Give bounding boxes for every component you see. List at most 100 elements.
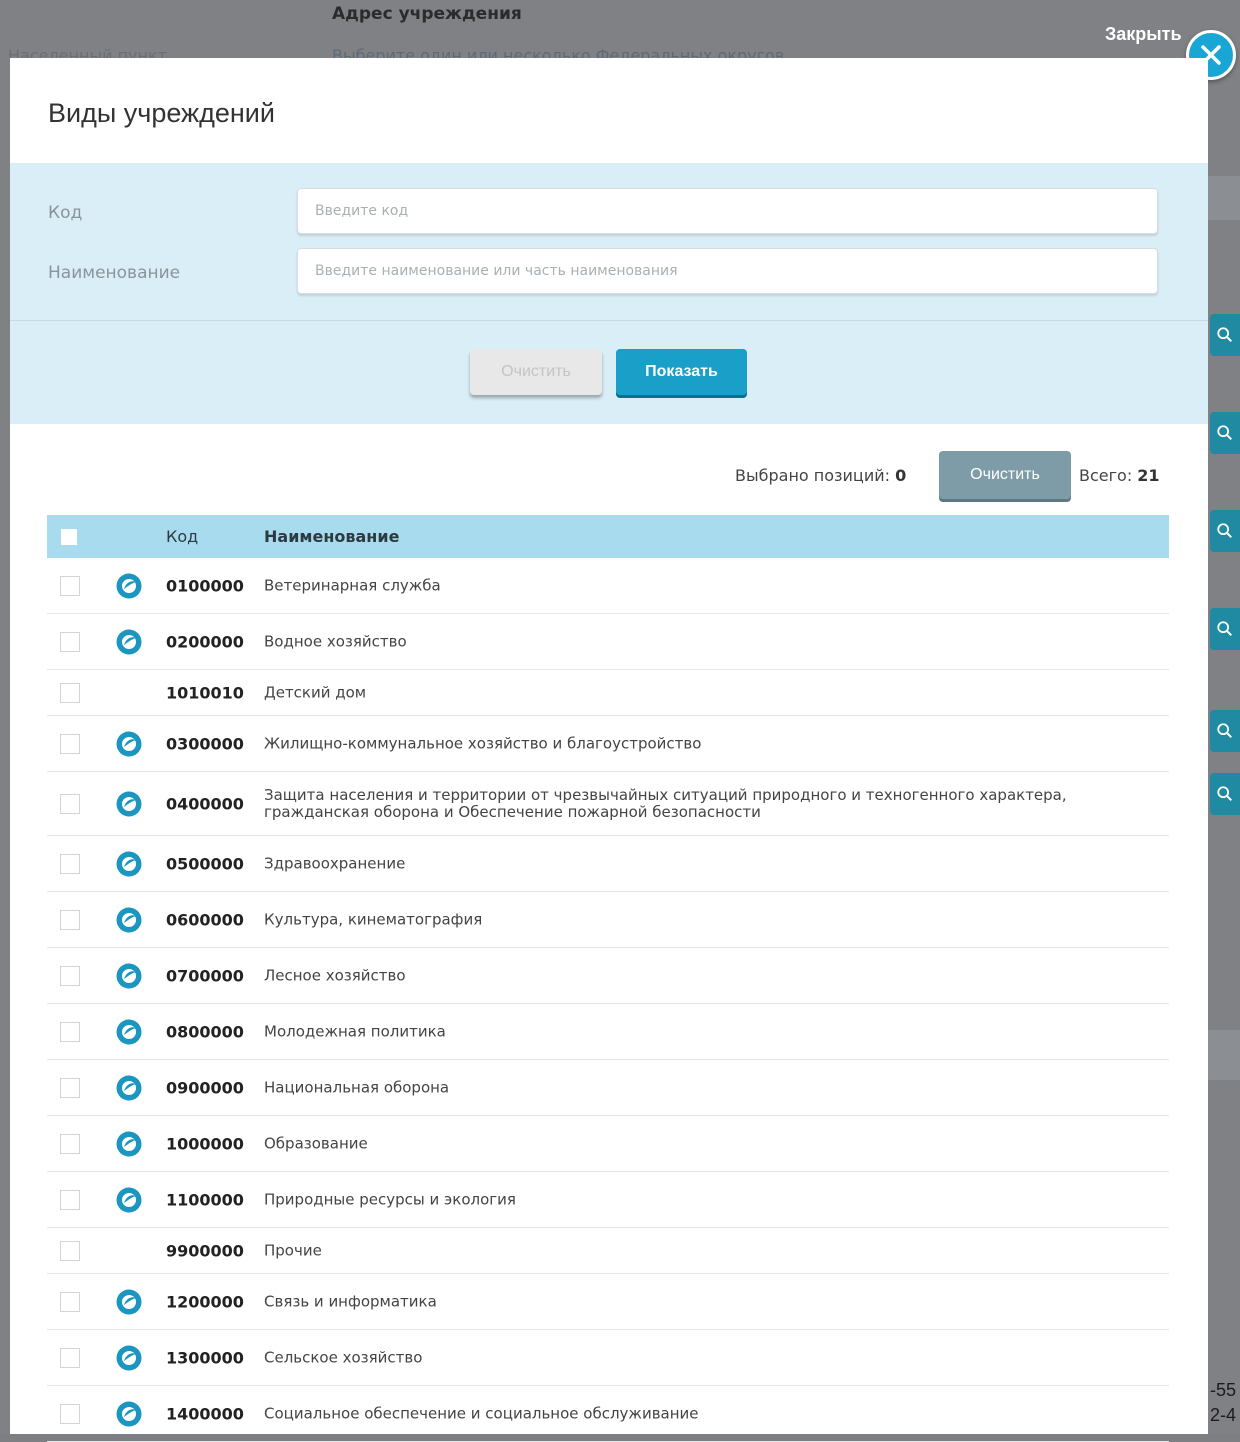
table-row[interactable]: 0200000 Водное хозяйство <box>47 614 1169 670</box>
row-checkbox[interactable] <box>60 965 80 986</box>
row-checkbox[interactable] <box>60 909 80 930</box>
row-name: Молодежная политика <box>264 1022 446 1040</box>
bg-search-button[interactable] <box>1210 710 1240 752</box>
selected-label: Выбрано позиций: <box>735 466 891 485</box>
table-row[interactable]: 1100000 Природные ресурсы и экология <box>47 1172 1169 1228</box>
table-row[interactable]: 0700000 Лесное хозяйство <box>47 948 1169 1004</box>
selected-count: 0 <box>895 466 907 485</box>
row-checkbox[interactable] <box>60 793 80 814</box>
search-icon <box>1217 723 1233 739</box>
table-row[interactable]: 0900000 Национальная оборона <box>47 1060 1169 1116</box>
row-code: 1000000 <box>166 1134 244 1153</box>
table-row[interactable]: 1010010 Детский дом <box>47 670 1169 716</box>
row-checkbox[interactable] <box>60 1189 80 1210</box>
expand-icon[interactable] <box>116 963 142 989</box>
expand-icon[interactable] <box>116 1019 142 1045</box>
row-checkbox[interactable] <box>60 1403 80 1424</box>
row-checkbox[interactable] <box>60 1347 80 1368</box>
clear-filter-button[interactable]: Очистить <box>470 349 602 395</box>
search-icon <box>1217 327 1233 343</box>
name-input[interactable] <box>297 248 1158 294</box>
row-code: 1100000 <box>166 1190 244 1209</box>
row-checkbox[interactable] <box>60 1133 80 1154</box>
row-name: Жилищно-коммунальное хозяйство и благоус… <box>264 734 702 752</box>
table-row[interactable]: 1300000 Сельское хозяйство <box>47 1330 1169 1386</box>
table-row[interactable]: 0300000 Жилищно-коммунальное хозяйство и … <box>47 716 1169 772</box>
table-row[interactable]: 1000000 Образование <box>47 1116 1169 1172</box>
code-input[interactable] <box>297 188 1158 234</box>
row-checkbox[interactable] <box>60 1240 80 1261</box>
row-name: Здравоохранение <box>264 854 406 872</box>
expand-icon[interactable] <box>116 1075 142 1101</box>
row-code: 0100000 <box>166 576 244 595</box>
selected-summary: Выбрано позиций: 0 <box>735 466 906 485</box>
bg-search-button[interactable] <box>1210 510 1240 552</box>
row-name: Ветеринарная служба <box>264 576 441 594</box>
expand-icon[interactable] <box>116 1131 142 1157</box>
row-name: Образование <box>264 1134 368 1152</box>
table-header: Код Наименование <box>47 515 1169 558</box>
row-name: Защита населения и территории от чрезвыч… <box>264 785 1067 821</box>
institution-types-modal: Виды учреждений Код Наименование Очистит… <box>10 58 1208 1442</box>
bg-number: 2-4 <box>1210 1405 1237 1425</box>
select-all-checkbox[interactable] <box>61 529 77 545</box>
bg-search-button[interactable] <box>1210 608 1240 650</box>
bg-search-button[interactable] <box>1210 412 1240 454</box>
row-name: Природные ресурсы и экология <box>264 1190 516 1208</box>
row-code: 1400000 <box>166 1404 244 1423</box>
row-checkbox[interactable] <box>60 1021 80 1042</box>
table-row[interactable]: 0400000 Защита населения и территории от … <box>47 772 1169 836</box>
total-label: Всего: <box>1079 466 1133 485</box>
search-icon <box>1217 786 1233 802</box>
bg-band <box>1205 1030 1240 1080</box>
expand-icon[interactable] <box>116 907 142 933</box>
expand-icon[interactable] <box>116 1401 142 1427</box>
row-code: 1200000 <box>166 1292 244 1311</box>
table-row[interactable]: 0600000 Культура, кинематография <box>47 892 1169 948</box>
table-row[interactable]: 0800000 Молодежная политика <box>47 1004 1169 1060</box>
table-body: 0100000 Ветеринарная служба 0200000 Водное … <box>47 558 1169 1442</box>
expand-icon[interactable] <box>116 731 142 757</box>
clear-selection-button[interactable]: Очистить <box>939 451 1071 499</box>
table-row[interactable]: 1200000 Связь и информатика <box>47 1274 1169 1330</box>
bg-search-button[interactable] <box>1210 314 1240 356</box>
row-name: Прочие <box>264 1241 322 1259</box>
expand-icon[interactable] <box>116 629 142 655</box>
row-name: Национальная оборона <box>264 1078 450 1096</box>
show-button[interactable]: Показать <box>616 349 747 395</box>
table-row[interactable]: 9900000 Прочие <box>47 1228 1169 1274</box>
close-label[interactable]: Закрыть <box>1105 24 1182 45</box>
row-name: Лесное хозяйство <box>264 966 406 984</box>
expand-icon[interactable] <box>116 1187 142 1213</box>
row-checkbox[interactable] <box>60 682 80 703</box>
modal-title: Виды учреждений <box>48 98 275 128</box>
bg-address-label: Адрес учреждения <box>332 4 522 24</box>
row-checkbox[interactable] <box>60 575 80 596</box>
divider <box>10 320 1208 321</box>
expand-icon[interactable] <box>116 851 142 877</box>
expand-icon[interactable] <box>116 573 142 599</box>
search-icon <box>1217 425 1233 441</box>
row-checkbox[interactable] <box>60 631 80 652</box>
row-name: Водное хозяйство <box>264 632 407 650</box>
expand-icon[interactable] <box>116 791 142 817</box>
table-row[interactable]: 0100000 Ветеринарная служба <box>47 558 1169 614</box>
row-checkbox[interactable] <box>60 1077 80 1098</box>
row-name: Детский дом <box>264 683 367 701</box>
row-checkbox[interactable] <box>60 733 80 754</box>
total-summary: Всего: 21 <box>1079 466 1160 485</box>
row-code: 0600000 <box>166 910 244 929</box>
row-code: 0400000 <box>166 794 244 813</box>
row-checkbox[interactable] <box>60 1291 80 1312</box>
row-code: 0200000 <box>166 632 244 651</box>
column-header-name[interactable]: Наименование <box>264 527 399 546</box>
row-code: 9900000 <box>166 1241 244 1260</box>
row-checkbox[interactable] <box>60 853 80 874</box>
row-code: 1300000 <box>166 1348 244 1367</box>
expand-icon[interactable] <box>116 1289 142 1315</box>
row-name: Культура, кинематография <box>264 910 483 928</box>
table-row[interactable]: 0500000 Здравоохранение <box>47 836 1169 892</box>
column-header-code[interactable]: Код <box>166 527 198 546</box>
bg-search-button[interactable] <box>1210 773 1240 815</box>
expand-icon[interactable] <box>116 1345 142 1371</box>
